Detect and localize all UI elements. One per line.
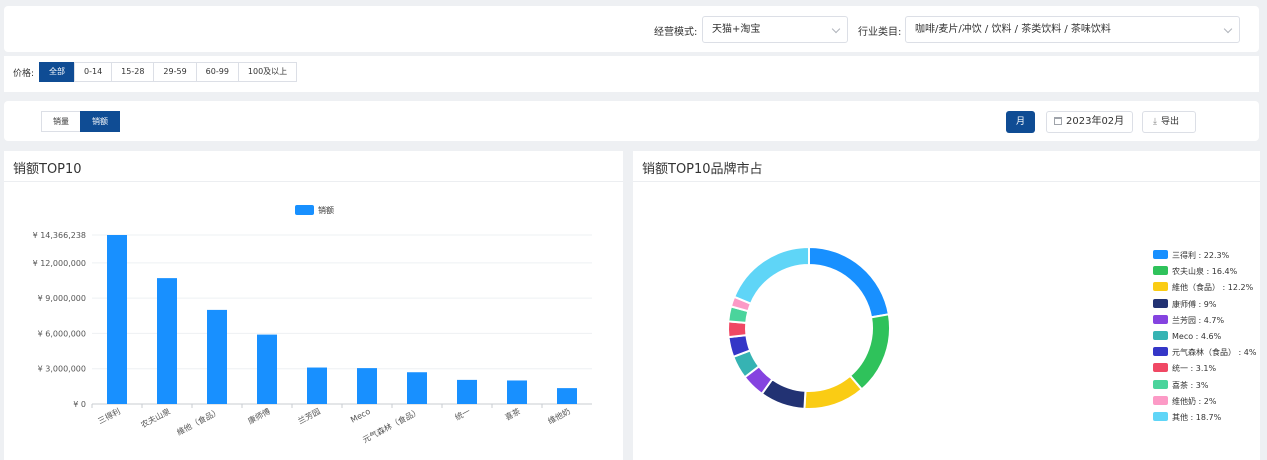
legend-swatch [1153, 412, 1168, 421]
legend-label: 销额 [318, 205, 334, 215]
bar[interactable] [307, 367, 327, 404]
price-option[interactable]: 100及以上 [237, 62, 298, 82]
bar[interactable] [457, 379, 477, 404]
month-button[interactable]: 月 [1006, 111, 1035, 133]
legend-swatch [1153, 379, 1168, 389]
chevron-down-icon [831, 24, 841, 34]
pie-slice[interactable] [808, 245, 890, 319]
category-select[interactable]: 咖啡/麦片/冲饮 / 饮料 / 茶类饮料 / 茶味饮料 [905, 16, 1240, 43]
legend-swatch [1153, 395, 1168, 405]
legend-item[interactable]: 统一 : 3.1% [1153, 363, 1216, 374]
legend-swatch [1153, 266, 1168, 276]
x-tick-label: 兰芳园 [296, 406, 322, 426]
x-tick-label: 喜茶 [503, 406, 522, 422]
bar[interactable] [207, 309, 227, 404]
download-icon: ⤓ [1153, 117, 1157, 127]
pie-slice[interactable] [732, 245, 810, 306]
legend-label: 农夫山泉 : 16.4% [1172, 267, 1238, 277]
calendar-icon [1054, 117, 1062, 125]
bar[interactable] [257, 334, 277, 404]
legend-item[interactable]: Meco : 4.6% [1153, 331, 1221, 342]
legend-item[interactable]: 喜茶 : 3% [1153, 379, 1209, 391]
legend-label: 元气森林（食品） : 4% [1172, 348, 1257, 358]
price-option[interactable]: 0-14 [74, 62, 113, 82]
legend-label: Meco : 4.6% [1172, 332, 1222, 341]
price-filter-row: 价格: 全部 0-14 15-28 29-59 60-99 100及以上 [4, 56, 1259, 92]
pie-slice[interactable] [848, 313, 891, 391]
pie-slice[interactable] [727, 320, 748, 339]
x-tick-label: 农夫山泉 [139, 406, 172, 430]
donut-chart [727, 245, 891, 410]
legend-swatch [1153, 363, 1168, 373]
legend-swatch [1153, 331, 1168, 340]
price-option[interactable]: 29-59 [153, 62, 197, 82]
tab-sales-volume[interactable]: 销量 [41, 111, 81, 132]
bar[interactable] [107, 235, 127, 404]
legend-swatch [1153, 250, 1168, 259]
chevron-down-icon [1223, 24, 1233, 34]
mode-select[interactable]: 天猫+淘宝 [702, 16, 848, 43]
category-select-value: 咖啡/麦片/冲饮 / 饮料 / 茶类饮料 / 茶味饮料 [915, 24, 1111, 35]
x-tick-label: 统一 [453, 406, 472, 422]
legend-swatch [1153, 347, 1168, 357]
bar[interactable] [557, 388, 577, 404]
price-option[interactable]: 60-99 [195, 62, 239, 82]
price-options: 全部 0-14 15-28 29-59 60-99 100及以上 [39, 62, 298, 82]
price-label: 价格: [13, 69, 35, 79]
y-tick-label: ¥ 6,000,000 [38, 329, 86, 338]
tab-sales-amount[interactable]: 销额 [80, 111, 120, 132]
bar[interactable] [357, 368, 377, 404]
metric-tabs: 销量 销额 [41, 111, 120, 132]
y-tick-label: ¥ 12,000,000 [33, 259, 86, 268]
mode-select-value: 天猫+淘宝 [712, 24, 761, 35]
x-tick-label: 維他（食品） [175, 406, 222, 437]
legend-item[interactable]: 兰芳园 : 4.7% [1153, 314, 1225, 326]
legend-item[interactable]: 康师傅 : 9% [1153, 298, 1217, 310]
legend-swatch [295, 205, 314, 215]
toolbar: 销量 销额 月 2023年02月 ⤓ 导出 [4, 101, 1259, 141]
mode-label: 经营模式: [654, 27, 698, 38]
y-tick-label: ¥ 14,366,238 [33, 231, 86, 240]
pie-slice[interactable] [803, 374, 864, 410]
bar-chart: 销额 ¥ 0 ¥ 3,000,000 ¥ 6,000,000 ¥ 9,000,000 ¥ … [33, 205, 592, 445]
legend-label: 兰芳园 : 4.7% [1172, 315, 1225, 325]
legend-label: 维他奶 : 2% [1172, 396, 1217, 406]
legend-label: 康师傅 : 9% [1172, 299, 1217, 309]
y-tick-label: ¥ 9,000,000 [38, 294, 86, 303]
legend-swatch [1153, 298, 1168, 308]
y-tick-label: ¥ 0 [73, 400, 86, 409]
legend-label: 維他（食品） : 12.2% [1172, 283, 1254, 293]
legend-item[interactable]: 維他（食品） : 12.2% [1153, 282, 1253, 293]
legend-label: 喜茶 : 3% [1172, 380, 1209, 390]
price-option[interactable]: 全部 [39, 62, 75, 82]
legend-item[interactable]: 农夫山泉 : 16.4% [1153, 266, 1237, 277]
legend-item[interactable]: 元气森林（食品） : 4% [1153, 347, 1256, 358]
legend-swatch [1153, 314, 1168, 324]
legend-label: 三得利 : 22.3% [1172, 251, 1230, 260]
x-tick-label: 维他奶 [546, 406, 572, 426]
legend-item[interactable]: 其他 : 18.7% [1153, 412, 1221, 423]
y-tick-label: ¥ 3,000,000 [38, 365, 86, 374]
pie-chart-panel: 销额TOP10品牌市占 三得利 : 22.3% 农夫山泉 : 16.4% 維他（食品… [633, 151, 1260, 460]
bar[interactable] [407, 372, 427, 404]
export-button[interactable]: ⤓ 导出 [1142, 111, 1196, 133]
category-label: 行业类目: [858, 27, 902, 38]
date-picker[interactable]: 2023年02月 [1046, 111, 1133, 133]
export-label: 导出 [1160, 117, 1179, 127]
legend-label: 统一 : 3.1% [1172, 364, 1217, 374]
bar[interactable] [157, 278, 177, 404]
legend-item[interactable]: 三得利 : 22.3% [1153, 250, 1229, 261]
bar-chart-panel: 销额TOP10 销额 ¥ 0 ¥ 3,000,000 ¥ 6,000,000 ¥ 9,0… [4, 151, 623, 460]
date-value: 2023年02月 [1066, 116, 1125, 127]
legend-label: 其他 : 18.7% [1172, 413, 1222, 422]
bar[interactable] [507, 380, 527, 404]
x-tick-label: 康师傅 [246, 406, 272, 426]
x-tick-label: Meco [349, 407, 372, 425]
legend-swatch [1153, 282, 1168, 292]
x-tick-label: 三得利 [96, 406, 122, 426]
filter-bar: 经营模式: 天猫+淘宝 行业类目: 咖啡/麦片/冲饮 / 饮料 / 茶类饮料 /… [4, 6, 1259, 52]
price-option[interactable]: 15-28 [111, 62, 155, 82]
legend-item[interactable]: 维他奶 : 2% [1153, 395, 1217, 407]
